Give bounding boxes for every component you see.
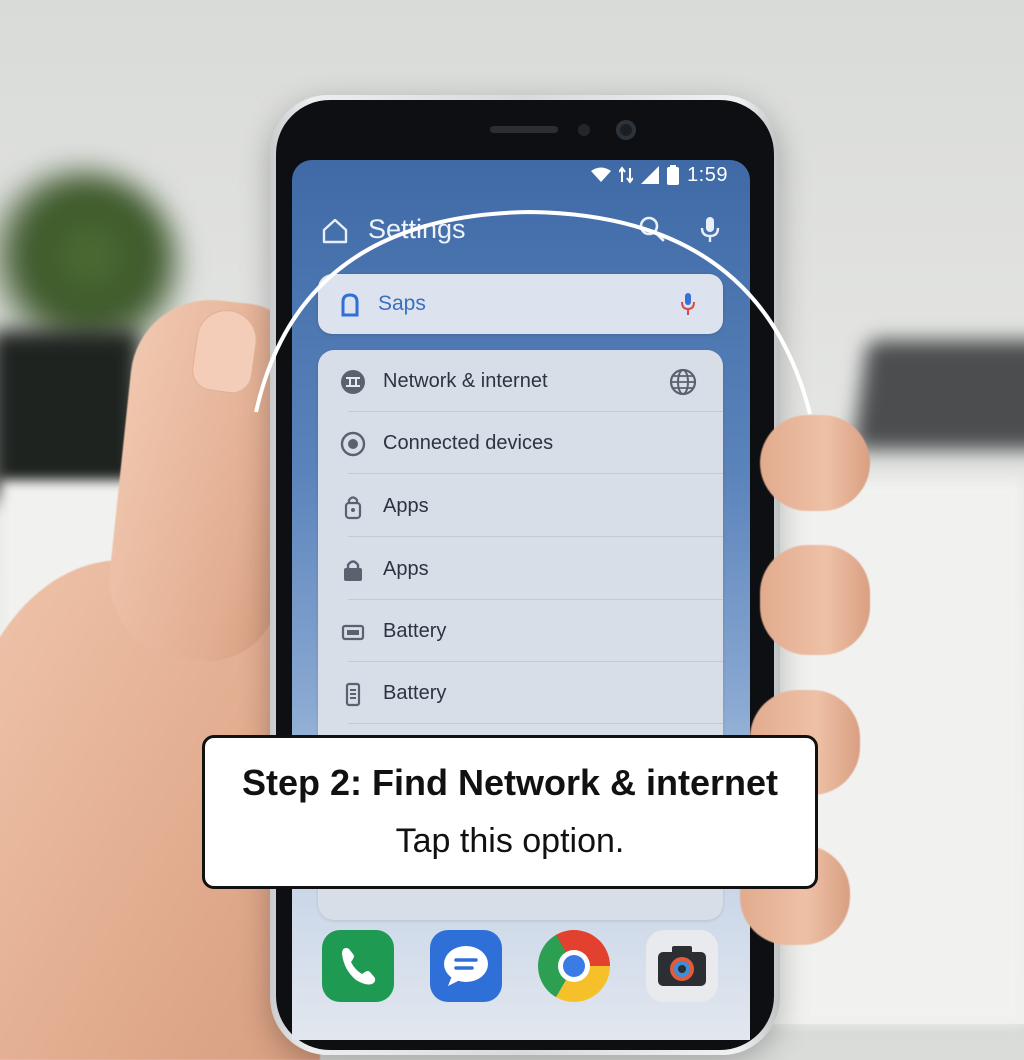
status-bar: 1:59: [591, 162, 728, 188]
hand-finger-middle: [760, 545, 870, 655]
divider: [348, 473, 723, 474]
background-object: [852, 340, 1024, 450]
app-dock: [292, 930, 750, 1010]
search-field[interactable]: Saps: [318, 274, 723, 334]
home-icon[interactable]: [320, 216, 350, 246]
callout-body: Tap this option.: [395, 822, 625, 860]
instruction-callout: Step 2: Find Network & internet Tap this…: [202, 735, 818, 889]
callout-heading: Step 2: Find Network & internet: [241, 762, 779, 803]
battery-icon: [667, 165, 680, 185]
chrome-app-icon[interactable]: [538, 930, 610, 1002]
background-pot: [0, 330, 140, 500]
proximity-sensor: [578, 124, 590, 136]
settings-item-label: Battery: [383, 682, 447, 704]
chrome-core: [563, 955, 585, 977]
camera-app-icon[interactable]: [646, 930, 718, 1002]
page-title: Settings: [368, 214, 466, 244]
search-icon[interactable]: [637, 214, 667, 244]
devices-icon: [340, 431, 366, 457]
apps-icon: [344, 496, 362, 520]
settings-header: Settings: [292, 208, 750, 258]
phone-app-icon[interactable]: [322, 930, 394, 1002]
search-input-value[interactable]: Saps: [378, 292, 426, 316]
settings-item-label: Battery: [383, 620, 447, 642]
settings-item-network[interactable]: Network & internet: [318, 350, 723, 412]
settings-item-apps-secondary[interactable]: Apps: [318, 538, 723, 600]
divider: [348, 536, 723, 537]
lock-icon: [344, 560, 362, 581]
assistant-icon: [341, 293, 359, 317]
settings-item-battery[interactable]: Battery: [318, 600, 723, 662]
wifi-icon: [591, 167, 612, 182]
settings-item-label: Connected devices: [383, 432, 554, 454]
globe-icon: [669, 368, 697, 396]
signal-icon: [641, 166, 660, 184]
divider: [348, 723, 723, 724]
status-time: 1:59: [687, 163, 728, 186]
data-arrows-icon: [619, 166, 634, 184]
phone-screen: 1:59 Settings Saps Network & internet Co…: [292, 160, 750, 1040]
hand-finger-index: [760, 415, 870, 511]
settings-item-label: Network & internet: [383, 370, 548, 392]
network-icon: [341, 370, 365, 394]
battery-icon: [341, 624, 365, 641]
messages-app-icon[interactable]: [430, 930, 502, 1002]
settings-item-connected-devices[interactable]: Connected devices: [318, 412, 723, 474]
settings-item-label: Apps: [383, 495, 429, 517]
earpiece-speaker: [490, 126, 558, 133]
settings-item-apps[interactable]: Apps: [318, 475, 723, 537]
front-camera: [616, 120, 636, 140]
battery-saver-icon: [345, 682, 361, 707]
mic-icon[interactable]: [695, 214, 725, 244]
settings-item-battery-secondary[interactable]: Battery: [318, 662, 723, 724]
voice-search-icon[interactable]: [678, 291, 698, 317]
settings-item-label: Apps: [383, 558, 429, 580]
